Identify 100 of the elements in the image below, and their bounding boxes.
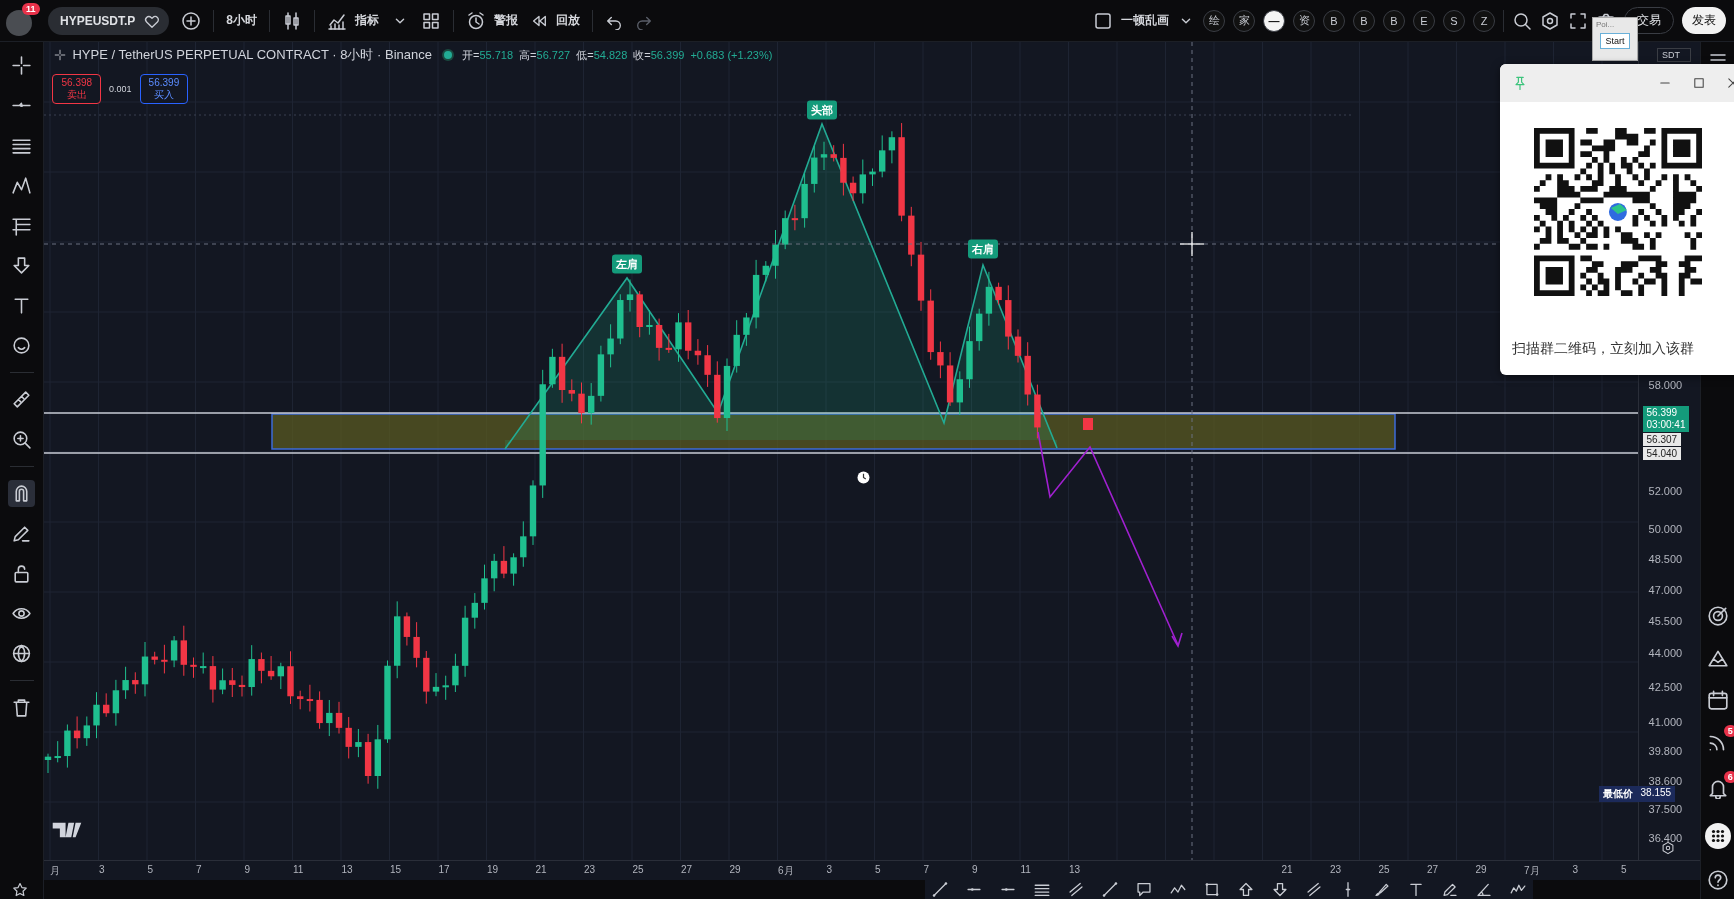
angle-icon[interactable]	[1475, 881, 1494, 898]
time-tick: 月	[50, 864, 61, 878]
callout-icon[interactable]	[1135, 881, 1154, 898]
quick-button[interactable]: 家	[1233, 9, 1255, 32]
candle	[850, 176, 857, 202]
settings-icon[interactable]	[1540, 10, 1560, 31]
quick-button[interactable]: —	[1263, 9, 1285, 32]
quick-button[interactable]: 资	[1293, 9, 1315, 32]
candle	[423, 650, 430, 705]
arrow-down-icon[interactable]	[1271, 881, 1290, 898]
candle	[74, 715, 81, 749]
candle	[607, 323, 615, 368]
candle	[375, 724, 382, 790]
candle	[404, 612, 411, 647]
candle	[743, 312, 751, 347]
ray-icon[interactable]	[1101, 881, 1120, 898]
candle	[559, 343, 566, 404]
replay-button[interactable]: 回放	[530, 11, 581, 30]
order-quantity: 0.001	[109, 84, 132, 94]
pencil-icon[interactable]	[1441, 881, 1460, 898]
time-tick: 9	[244, 864, 251, 875]
candle	[666, 333, 673, 354]
sell-button[interactable]: 56.398 卖出	[52, 74, 102, 104]
candle	[801, 173, 809, 229]
candle	[132, 671, 139, 695]
alerts-badge: 6	[1723, 771, 1734, 783]
candle	[161, 644, 169, 674]
calendar-icon[interactable]	[1706, 689, 1729, 711]
quick-button[interactable]: B	[1353, 9, 1375, 32]
candle	[210, 655, 217, 704]
symbol-search[interactable]: HYPEUSDT.P	[48, 6, 170, 35]
close-value: 56.399	[650, 49, 685, 61]
quick-button[interactable]: 绘	[1203, 9, 1225, 32]
help-icon[interactable]	[1706, 869, 1729, 891]
apps-icon[interactable]	[1704, 823, 1731, 849]
candle	[510, 552, 518, 587]
zone-price-label: 56.307	[1642, 433, 1682, 446]
layout-grid-icon[interactable]	[421, 10, 442, 31]
indicators-button[interactable]: 指标	[327, 10, 380, 31]
trend-line-icon[interactable]	[931, 881, 950, 898]
candle	[637, 290, 644, 338]
arrow-up-icon[interactable]	[1237, 881, 1256, 898]
quick-button[interactable]: B	[1323, 9, 1345, 32]
time-tick: 23	[1330, 864, 1342, 875]
candle	[656, 318, 663, 362]
candle	[734, 319, 741, 374]
candle	[413, 621, 421, 668]
maximize-icon[interactable]	[1692, 76, 1706, 90]
candle	[84, 716, 91, 747]
currency-select[interactable]: SDT	[1657, 48, 1691, 62]
buy-button[interactable]: 56.399 买入	[139, 74, 189, 104]
layout-name-button[interactable]: 一顿乱画	[1121, 12, 1169, 29]
time-tick: 25	[1378, 864, 1390, 875]
candle	[695, 338, 702, 366]
time-tick: 3	[826, 864, 833, 875]
candle	[452, 653, 460, 693]
open-value: 55.718	[479, 49, 514, 61]
crosshair-cursor-icon	[1179, 231, 1206, 257]
search-icon[interactable]	[1512, 10, 1532, 31]
candle	[957, 370, 964, 416]
candle	[879, 134, 886, 178]
candle	[1005, 284, 1012, 350]
pattern-label: 左肩	[612, 254, 643, 274]
candle	[64, 724, 72, 769]
target-icon[interactable]	[1706, 605, 1729, 627]
alarm-clock-icon	[466, 10, 487, 31]
high-value: 56.727	[536, 49, 571, 61]
settings-icon[interactable]	[1660, 841, 1675, 855]
quick-button[interactable]: Z	[1473, 9, 1495, 32]
price-tick: 45.500	[1648, 615, 1683, 627]
star-icon[interactable]	[12, 881, 29, 898]
alerts-button[interactable]: 警报	[466, 10, 519, 31]
price-tick: 50.000	[1648, 523, 1683, 535]
candle	[122, 666, 130, 700]
quick-button[interactable]: B	[1383, 9, 1405, 32]
candle	[287, 650, 295, 705]
checkbox-icon[interactable]	[1093, 10, 1113, 31]
quick-button[interactable]: S	[1443, 9, 1465, 32]
publish-button[interactable]: 发表	[1682, 7, 1726, 34]
candle	[297, 690, 304, 710]
interval-button[interactable]: 8小时	[226, 12, 258, 29]
fullscreen-icon[interactable]	[1568, 10, 1588, 31]
time-tick: 9	[972, 864, 978, 875]
price-marker	[1083, 418, 1094, 430]
start-button[interactable]: Start	[1600, 33, 1630, 49]
quick-button[interactable]: E	[1413, 9, 1435, 32]
candle	[792, 204, 799, 231]
candle	[617, 293, 624, 345]
candle	[181, 625, 188, 677]
candle	[753, 259, 760, 329]
price-tick: 42.500	[1648, 681, 1683, 693]
time-tick: 3	[99, 864, 105, 875]
magnet-icon[interactable]	[8, 480, 36, 507]
add-symbol-icon[interactable]	[181, 10, 202, 31]
candle	[1034, 384, 1042, 439]
symbol-title: HYPE / TetherUS PERPETUAL CONTRACT · 8小时 · Binance	[72, 46, 432, 64]
candle	[268, 655, 275, 681]
collapse-icon[interactable]	[54, 49, 67, 61]
time-tick: 7	[196, 864, 202, 875]
ohlc-label: 低=	[576, 47, 594, 63]
